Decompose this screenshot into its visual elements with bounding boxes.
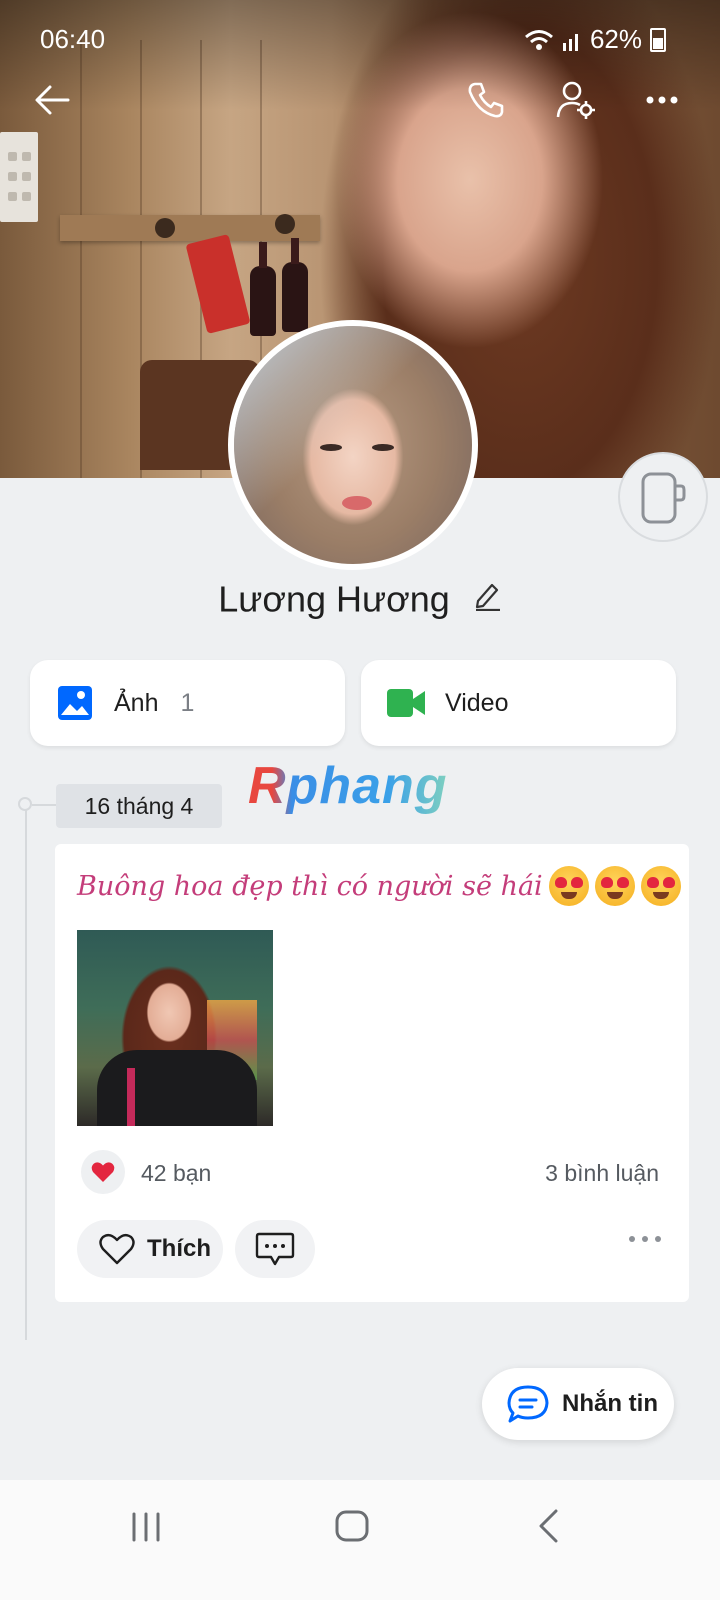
change-cover-button[interactable] <box>618 452 708 542</box>
status-time: 06:40 <box>40 24 106 54</box>
post-more-button[interactable] <box>629 1236 661 1242</box>
call-button[interactable] <box>458 72 514 128</box>
dot <box>629 1236 635 1242</box>
edit-name-button[interactable] <box>474 578 502 620</box>
post-caption-text: Buông hoa đẹp thì có người sẽ hái <box>77 870 543 902</box>
home-button[interactable] <box>334 1508 370 1549</box>
recent-apps-icon <box>132 1512 160 1542</box>
post-caption: Buông hoa đẹp thì có người sẽ hái <box>77 866 681 906</box>
dot <box>642 1236 648 1242</box>
dot <box>655 1236 661 1242</box>
heart-eyes-emoji-icon <box>640 866 681 906</box>
timeline-dot <box>18 797 32 811</box>
profile-name: Lương Hương <box>0 576 720 620</box>
watermark: Rphang <box>248 757 448 815</box>
phone-icon <box>468 82 504 118</box>
comment-count[interactable]: 3 bình luận <box>545 1160 659 1187</box>
chat-bubble-icon <box>507 1385 549 1423</box>
heart-eyes-emoji-icon <box>548 866 589 906</box>
profile-settings-button[interactable] <box>548 72 604 128</box>
post-photo[interactable] <box>77 930 273 1126</box>
system-navigation-bar <box>0 1480 720 1600</box>
like-count[interactable]: 42 bạn <box>141 1160 211 1187</box>
heart-eyes-emoji-icon <box>594 866 635 906</box>
post-date: 16 tháng 4 <box>56 784 222 828</box>
video-camera-icon <box>387 689 425 717</box>
reaction-summary[interactable] <box>81 1150 125 1194</box>
comment-button[interactable] <box>235 1220 315 1278</box>
more-options-button[interactable] <box>634 72 690 128</box>
back-arrow-icon <box>35 85 70 115</box>
like-label: Thích <box>147 1235 211 1262</box>
avatar[interactable] <box>228 320 478 570</box>
photos-label: Ảnh <box>114 688 159 717</box>
back-nav-button[interactable] <box>536 1508 562 1549</box>
comment-icon <box>255 1232 295 1266</box>
heart-icon <box>91 1162 115 1182</box>
status-bar: 06:40 62% <box>0 0 720 76</box>
like-button[interactable]: Thích <box>77 1220 223 1278</box>
message-label: Nhắn tin <box>562 1390 658 1417</box>
camera-icon <box>641 472 686 524</box>
wifi-icon <box>524 29 553 50</box>
timeline-line <box>25 805 27 1340</box>
recent-apps-button[interactable] <box>126 1510 166 1549</box>
pencil-icon <box>475 584 500 612</box>
chevron-left-icon <box>539 1509 558 1543</box>
more-icon <box>646 96 678 104</box>
signal-icon <box>562 33 578 51</box>
photos-card[interactable]: Ảnh 1 <box>30 660 345 746</box>
user-settings-icon <box>556 81 595 119</box>
profile-name-text: Lương Hương <box>218 578 450 620</box>
battery-percent: 62% <box>589 24 642 54</box>
videos-card[interactable]: Video <box>361 660 676 746</box>
back-button[interactable] <box>24 72 80 128</box>
timeline-connector <box>32 804 56 806</box>
video-label: Video <box>445 688 509 717</box>
home-icon <box>335 1510 369 1542</box>
message-button[interactable]: Nhắn tin <box>482 1368 674 1440</box>
battery-icon <box>650 27 666 52</box>
image-icon <box>58 686 92 720</box>
heart-outline-icon <box>99 1233 135 1265</box>
photos-count: 1 <box>180 688 195 717</box>
timeline-post[interactable]: Buông hoa đẹp thì có người sẽ hái 42 bạn… <box>55 844 689 1302</box>
